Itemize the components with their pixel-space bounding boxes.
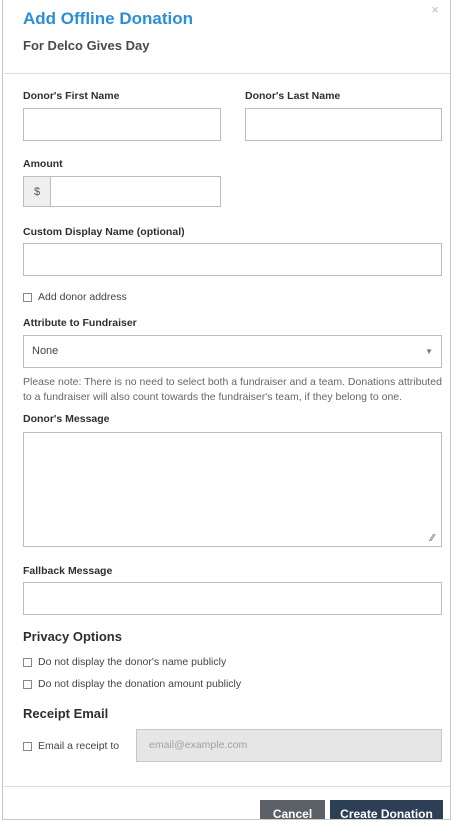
amount-label: Amount <box>23 158 63 170</box>
hide-name-checkbox[interactable] <box>23 657 32 667</box>
hide-amount-label: Do not display the donation amount publi… <box>38 678 242 690</box>
create-donation-button[interactable]: Create Donation <box>330 800 443 819</box>
add-address-row[interactable]: Add donor address <box>23 291 127 303</box>
fallback-message-label: Fallback Message <box>23 565 113 577</box>
footer-divider <box>3 786 450 787</box>
add-address-checkbox[interactable] <box>23 292 32 302</box>
privacy-heading: Privacy Options <box>23 629 122 644</box>
receipt-email-input[interactable]: email@example.com <box>136 729 442 762</box>
email-receipt-row[interactable]: Email a receipt to <box>23 740 119 752</box>
fundraiser-note: Please note: There is no need to select … <box>23 376 442 403</box>
display-name-input[interactable] <box>23 243 442 276</box>
last-name-input[interactable] <box>245 108 442 141</box>
email-receipt-label: Email a receipt to <box>38 740 120 752</box>
hide-name-row[interactable]: Do not display the donor's name publicly <box>23 656 226 668</box>
add-address-label: Add donor address <box>38 291 127 303</box>
add-offline-donation-modal: × Add Offline Donation For Delco Gives D… <box>2 0 451 820</box>
modal-title: Add Offline Donation <box>23 9 193 28</box>
currency-addon: $ <box>23 176 50 207</box>
chevron-down-icon: ▼ <box>425 347 433 356</box>
fundraiser-select[interactable]: None ▼ <box>23 335 442 368</box>
donor-message-textarea[interactable] <box>23 432 442 547</box>
first-name-label: Donor's First Name <box>23 90 120 102</box>
resize-handle-icon[interactable]: ⁄⁄ <box>431 533 434 544</box>
amount-input[interactable] <box>50 176 221 207</box>
fundraiser-selected-value: None <box>32 345 59 357</box>
receipt-heading: Receipt Email <box>23 706 109 721</box>
modal-subtitle: For Delco Gives Day <box>23 38 150 53</box>
hide-amount-checkbox[interactable] <box>23 679 32 689</box>
fallback-message-input[interactable] <box>23 582 442 615</box>
display-name-label: Custom Display Name (optional) <box>23 226 185 238</box>
close-icon[interactable]: × <box>431 2 439 17</box>
donor-message-label: Donor's Message <box>23 413 110 425</box>
cancel-button[interactable]: Cancel <box>260 800 325 819</box>
hide-amount-row[interactable]: Do not display the donation amount publi… <box>23 678 241 690</box>
email-receipt-checkbox[interactable] <box>23 741 32 751</box>
fundraiser-label: Attribute to Fundraiser <box>23 317 137 329</box>
hide-name-label: Do not display the donor's name publicly <box>38 656 227 668</box>
last-name-label: Donor's Last Name <box>245 90 341 102</box>
first-name-input[interactable] <box>23 108 221 141</box>
header-divider <box>3 73 450 74</box>
